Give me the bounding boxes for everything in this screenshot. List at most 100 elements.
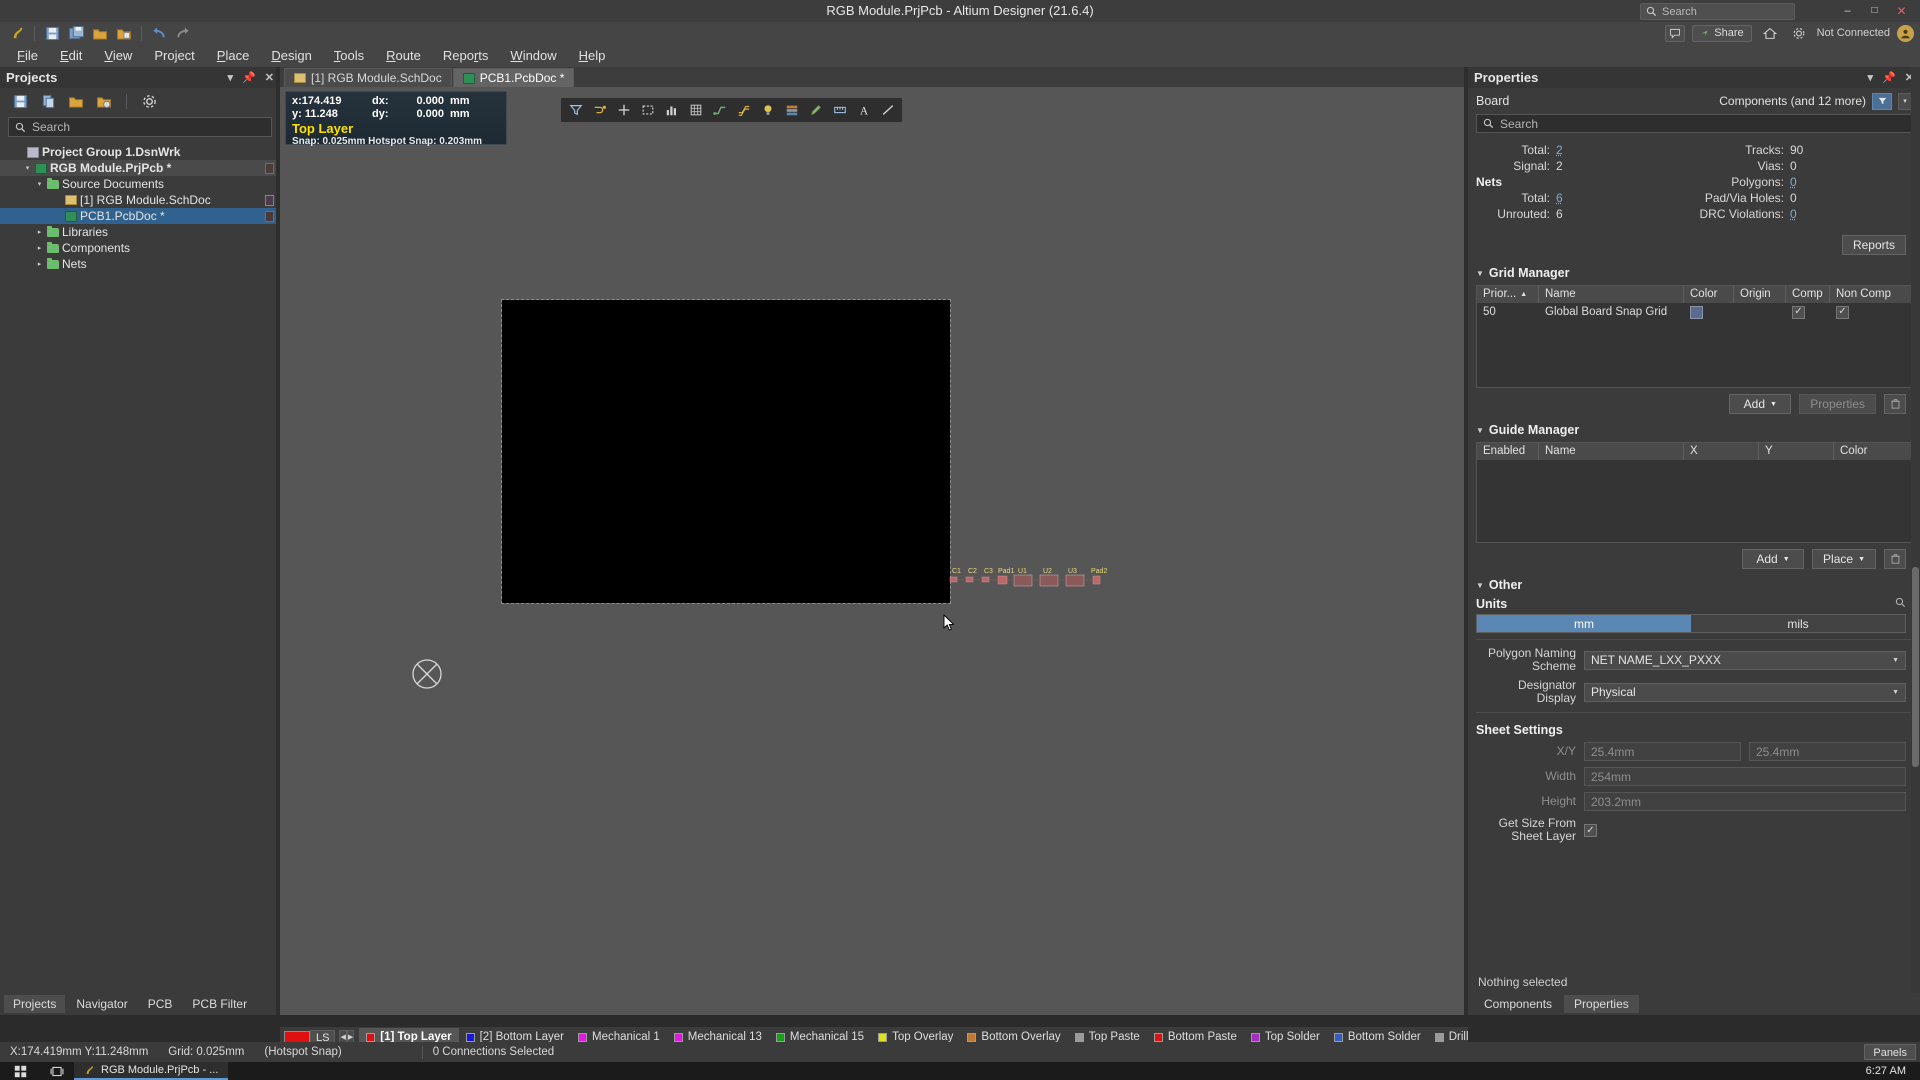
menu-design[interactable]: Design bbox=[260, 44, 322, 67]
twisty-icon[interactable]: ▾ bbox=[22, 164, 33, 172]
tab-components[interactable]: Components bbox=[1474, 995, 1562, 1013]
table-row[interactable]: 50 Global Board Snap Grid ✓ ✓ bbox=[1477, 303, 1911, 321]
twisty-icon[interactable]: ▸ bbox=[34, 244, 45, 252]
col-x[interactable]: X bbox=[1684, 443, 1759, 460]
comment-icon[interactable] bbox=[1665, 24, 1686, 42]
col-name[interactable]: Name bbox=[1539, 443, 1684, 460]
cell-non-comp[interactable]: ✓ bbox=[1830, 303, 1896, 321]
tree-item-components[interactable]: ▸ Components bbox=[0, 240, 280, 256]
sheet-y-input[interactable]: 25.4mm bbox=[1749, 742, 1906, 761]
grid-manager-section-header[interactable]: ▼ Grid Manager bbox=[1468, 263, 1920, 283]
filter-icon[interactable] bbox=[564, 99, 587, 121]
doctab-pcbdoc[interactable]: PCB1.PcbDoc * bbox=[452, 68, 575, 87]
stat-value[interactable]: 6 bbox=[1556, 191, 1608, 205]
home-icon[interactable] bbox=[1759, 23, 1781, 43]
undo-icon[interactable] bbox=[148, 23, 170, 43]
minimize-button[interactable]: – bbox=[1841, 5, 1854, 18]
net-color-icon[interactable] bbox=[588, 99, 611, 121]
stat-value[interactable]: 2 bbox=[1556, 143, 1608, 157]
col-non-comp[interactable]: Non Comp bbox=[1830, 286, 1896, 303]
line-icon[interactable] bbox=[876, 99, 899, 121]
pin-icon[interactable]: 📌 bbox=[242, 71, 256, 84]
layer-stack-icon[interactable] bbox=[780, 99, 803, 121]
redo-icon[interactable] bbox=[172, 23, 194, 43]
units-option-mils[interactable]: mils bbox=[1691, 615, 1905, 632]
measure-icon[interactable] bbox=[828, 99, 851, 121]
twisty-icon[interactable]: ▸ bbox=[34, 260, 45, 268]
col-y[interactable]: Y bbox=[1759, 443, 1834, 460]
col-color[interactable]: Color bbox=[1684, 286, 1734, 303]
menu-reports[interactable]: Reports bbox=[432, 44, 500, 67]
tab-pcb-filter[interactable]: PCB Filter bbox=[183, 995, 256, 1013]
grid-add-button[interactable]: Add ▼ bbox=[1729, 394, 1792, 414]
tab-projects[interactable]: Projects bbox=[4, 995, 66, 1013]
pin-icon[interactable]: 📌 bbox=[1882, 71, 1896, 84]
cell-comp[interactable]: ✓ bbox=[1786, 303, 1830, 321]
gear-icon[interactable] bbox=[139, 91, 159, 111]
grid-icon[interactable] bbox=[684, 99, 707, 121]
close-icon[interactable]: ✕ bbox=[265, 71, 274, 84]
menu-view[interactable]: View bbox=[93, 44, 143, 67]
properties-search-input[interactable]: Search bbox=[1476, 114, 1912, 133]
open-project-icon[interactable] bbox=[113, 23, 135, 43]
col-enabled[interactable]: Enabled bbox=[1477, 443, 1539, 460]
open-folder-icon[interactable] bbox=[89, 23, 111, 43]
lightbulb-icon[interactable] bbox=[756, 99, 779, 121]
checkbox-non-comp[interactable]: ✓ bbox=[1836, 305, 1849, 319]
guide-add-button[interactable]: Add ▼ bbox=[1742, 549, 1805, 569]
search-icon[interactable] bbox=[1895, 597, 1906, 611]
save-icon[interactable] bbox=[41, 23, 63, 43]
trash-icon[interactable] bbox=[1884, 394, 1906, 414]
copy-icon[interactable] bbox=[38, 91, 58, 111]
col-priority[interactable]: Prior... ▲ bbox=[1477, 286, 1539, 303]
share-button[interactable]: Share bbox=[1692, 24, 1752, 42]
global-search-input[interactable]: Search bbox=[1640, 3, 1795, 20]
tree-item-schdoc[interactable]: [1] RGB Module.SchDoc bbox=[0, 192, 280, 208]
guide-place-button[interactable]: Place ▼ bbox=[1812, 549, 1876, 569]
twisty-icon[interactable]: ▸ bbox=[34, 228, 45, 236]
board-outline[interactable] bbox=[501, 299, 951, 604]
trash-icon[interactable] bbox=[1884, 549, 1906, 569]
checkbox-comp[interactable]: ✓ bbox=[1792, 305, 1805, 319]
component-cluster[interactable]: C1 C2 C3 Pad1 U1 U2 U3 Pad2 bbox=[948, 565, 1118, 595]
sheet-height-input[interactable]: 203.2mm bbox=[1584, 792, 1906, 811]
pcb-canvas[interactable]: x:174.419 dx: 0.000 mm y: 11.248 dy: 0.0… bbox=[280, 87, 1468, 1015]
dropdown-caret-icon[interactable]: ▾ bbox=[228, 71, 234, 84]
maximize-button[interactable]: □ bbox=[1868, 5, 1881, 18]
tab-navigator[interactable]: Navigator bbox=[67, 995, 136, 1013]
chevron-down-icon[interactable]: ▾ bbox=[1898, 92, 1912, 110]
tree-item-workspace[interactable]: Project Group 1.DsnWrk bbox=[0, 144, 280, 160]
close-project-icon[interactable] bbox=[94, 91, 114, 111]
tree-item-nets[interactable]: ▸ Nets bbox=[0, 256, 280, 272]
col-origin[interactable]: Origin bbox=[1734, 286, 1786, 303]
properties-scrollbar[interactable] bbox=[1911, 67, 1920, 1015]
menu-file[interactable]: File bbox=[6, 44, 49, 67]
guide-manager-section-header[interactable]: ▼ Guide Manager bbox=[1468, 420, 1920, 440]
menu-edit[interactable]: Edit bbox=[49, 44, 93, 67]
taskbar-app-altium[interactable]: RGB Module.PrjPcb - ... bbox=[74, 1062, 229, 1080]
tree-item-pcbdoc[interactable]: PCB1.PcbDoc * bbox=[0, 208, 280, 224]
stat-value[interactable]: 0 bbox=[1790, 175, 1886, 189]
menu-help[interactable]: Help bbox=[568, 44, 617, 67]
grid-properties-button[interactable]: Properties bbox=[1799, 394, 1876, 414]
twisty-icon[interactable]: ▾ bbox=[34, 180, 45, 188]
route-diff-icon[interactable] bbox=[732, 99, 755, 121]
tab-pcb[interactable]: PCB bbox=[139, 995, 182, 1013]
route-icon[interactable] bbox=[708, 99, 731, 121]
designator-display-select[interactable]: Physical ▼ bbox=[1584, 682, 1906, 702]
scrollbar-thumb[interactable] bbox=[1912, 567, 1919, 767]
save-icon[interactable] bbox=[10, 91, 30, 111]
stat-value[interactable]: 0 bbox=[1790, 207, 1886, 221]
text-icon[interactable]: A bbox=[852, 99, 875, 121]
altium-logo-icon[interactable] bbox=[6, 23, 28, 43]
menu-tools[interactable]: Tools bbox=[323, 44, 375, 67]
task-view-icon[interactable] bbox=[40, 1062, 74, 1080]
panels-button[interactable]: Panels bbox=[1864, 1044, 1916, 1060]
pencil-icon[interactable] bbox=[804, 99, 827, 121]
gear-icon[interactable] bbox=[1788, 23, 1810, 43]
polygon-naming-select[interactable]: NET NAME_LXX_PXXX ▼ bbox=[1584, 650, 1906, 670]
dropdown-caret-icon[interactable]: ▾ bbox=[1868, 71, 1874, 84]
other-section-header[interactable]: ▼ Other bbox=[1468, 575, 1920, 595]
menu-window[interactable]: Window bbox=[499, 44, 567, 67]
sheet-width-input[interactable]: 254mm bbox=[1584, 767, 1906, 786]
